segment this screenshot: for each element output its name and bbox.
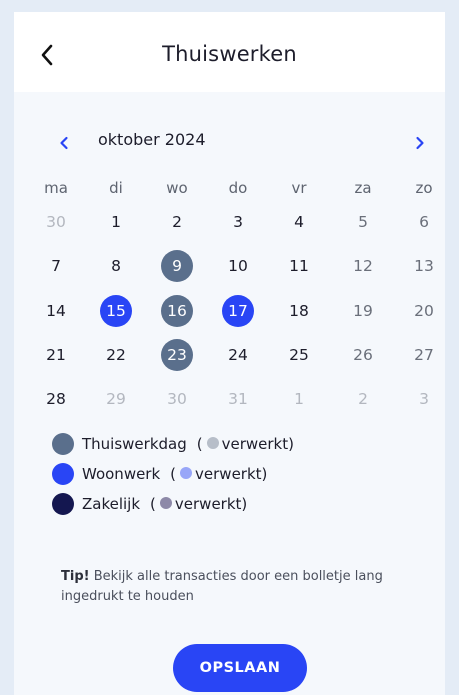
app-frame: Thuiswerken oktober 2024 ma di wo do vr za zo …	[14, 12, 445, 695]
calendar-day[interactable]: 5	[347, 206, 379, 238]
processed-note: (verwerkt)	[196, 435, 294, 453]
thuiswerkdag-dot-icon	[52, 433, 74, 455]
calendar-day[interactable]: 29	[100, 383, 132, 415]
processed-dot-icon	[206, 437, 219, 449]
tip-bold: Tip!	[61, 569, 90, 584]
calendar-day[interactable]: 13	[408, 250, 440, 282]
tip-body: Bekijk alle transacties door een bolletj…	[61, 569, 383, 604]
legend-item-woonwerk: Woonwerk (verwerkt)	[52, 462, 267, 486]
calendar-day[interactable]: 25	[283, 339, 315, 371]
calendar-day[interactable]: 19	[347, 295, 379, 327]
processed-note: (verwerkt)	[170, 465, 268, 483]
calendar-day[interactable]: 10	[222, 250, 254, 282]
calendar-day[interactable]: 4	[283, 206, 315, 238]
calendar-day[interactable]: 31	[222, 383, 254, 415]
calendar-day[interactable]: 1	[283, 383, 315, 415]
save-button[interactable]: OPSLAAN	[173, 644, 307, 692]
calendar-grid: 30 1 2 3 4 5 6 7 8 9 10 11 12 13 14 15 16 17 18 19 20 21 22 23 2…	[14, 12, 445, 442]
calendar-day[interactable]: 22	[100, 339, 132, 371]
legend-label: Woonwerk	[82, 465, 161, 483]
legend-item-zakelijk: Zakelijk (verwerkt)	[52, 492, 247, 516]
processed-label: verwerkt	[195, 465, 262, 483]
calendar-day[interactable]: 21	[40, 339, 72, 371]
processed-label: verwerkt	[174, 495, 242, 513]
calendar-day[interactable]: 27	[408, 339, 440, 371]
calendar-day[interactable]: 15	[100, 295, 132, 327]
calendar-day[interactable]: 30	[40, 206, 72, 238]
calendar-day[interactable]: 11	[283, 250, 315, 282]
processed-dot-icon	[180, 467, 193, 479]
calendar-day[interactable]: 9	[161, 250, 193, 282]
calendar-day[interactable]: 20	[408, 295, 440, 327]
calendar-day[interactable]: 6	[408, 206, 440, 238]
calendar-day[interactable]: 3	[222, 206, 254, 238]
calendar-day[interactable]: 12	[347, 250, 379, 282]
calendar-day[interactable]: 30	[161, 383, 193, 415]
calendar-day[interactable]: 1	[100, 206, 132, 238]
calendar-day[interactable]: 28	[40, 383, 72, 415]
legend-item-thuiswerkdag: Thuiswerkdag (verwerkt)	[52, 432, 294, 456]
calendar-day[interactable]: 24	[222, 339, 254, 371]
calendar-day[interactable]: 16	[161, 295, 193, 327]
legend-label: Thuiswerkdag	[82, 435, 187, 453]
calendar-day[interactable]: 3	[408, 383, 440, 415]
calendar-day[interactable]: 18	[283, 295, 315, 327]
processed-note: (verwerkt)	[150, 495, 248, 513]
processed-dot-icon	[159, 497, 172, 509]
calendar-day[interactable]: 8	[100, 250, 132, 282]
calendar-day[interactable]: 23	[161, 339, 193, 371]
calendar-day[interactable]: 14	[40, 295, 72, 327]
tip-text: Tip! Bekijk alle transacties door een bo…	[61, 567, 411, 607]
processed-label: verwerkt	[221, 435, 289, 453]
woonwerk-dot-icon	[52, 463, 74, 485]
zakelijk-dot-icon	[52, 493, 74, 515]
calendar-day[interactable]: 2	[347, 383, 379, 415]
calendar-day[interactable]: 26	[347, 339, 379, 371]
calendar-day[interactable]: 7	[40, 250, 72, 282]
calendar-day[interactable]: 17	[222, 295, 254, 327]
calendar-day[interactable]: 2	[161, 206, 193, 238]
legend-label: Zakelijk	[82, 495, 141, 513]
